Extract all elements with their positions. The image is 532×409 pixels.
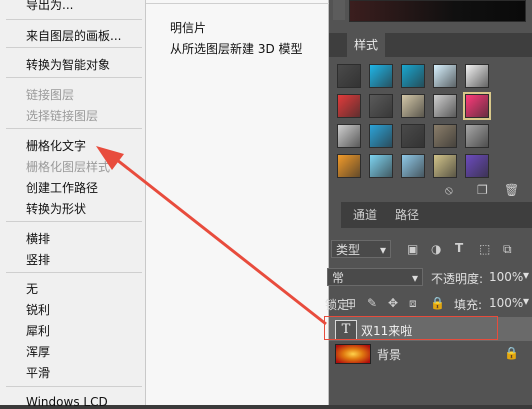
menu-separator: [6, 19, 142, 20]
style-swatch[interactable]: [433, 94, 457, 118]
tab-layers[interactable]: [329, 202, 341, 228]
menu-item-rasterize-type[interactable]: 栅格化文字: [26, 137, 86, 154]
menu-item-horizontal[interactable]: 横排: [26, 230, 50, 247]
style-swatch[interactable]: [433, 124, 457, 148]
highlight-box: [324, 316, 498, 340]
style-swatch[interactable]: [369, 124, 393, 148]
style-swatch[interactable]: [463, 92, 491, 120]
menu-separator: [146, 3, 329, 4]
layer-kind-label: 类型: [336, 243, 361, 257]
lock-artboard-icon[interactable]: ⧈: [409, 296, 417, 311]
menu-separator: [6, 77, 142, 78]
style-swatch[interactable]: [337, 154, 361, 178]
lock-icon: 🔒: [504, 346, 519, 360]
menu-item-antialias-crisp[interactable]: 犀利: [26, 322, 50, 339]
submenu-item-new-3d-model[interactable]: 从所选图层新建 3D 模型: [170, 40, 303, 57]
style-swatch[interactable]: [433, 64, 457, 88]
menu-separator: [6, 47, 142, 48]
menu-item-antialias-smooth[interactable]: 平滑: [26, 364, 50, 381]
gradient-preview: [349, 0, 526, 22]
new-style-icon[interactable]: ❐: [477, 183, 488, 197]
tab-channels[interactable]: 通道: [347, 202, 383, 228]
style-swatch[interactable]: [401, 94, 425, 118]
background-layer-thumbnail: [335, 344, 371, 364]
chevron-down-icon[interactable]: ▾: [523, 294, 529, 308]
gradient-swatch-left: [333, 0, 345, 20]
image-filter-icon[interactable]: ▣: [407, 242, 418, 256]
menu-item-windows-lcd[interactable]: Windows LCD: [26, 395, 108, 409]
fill-label: 填充:: [454, 298, 483, 312]
opacity-value[interactable]: 100%: [489, 270, 523, 284]
style-swatch[interactable]: [433, 154, 457, 178]
adjustment-filter-icon[interactable]: ◑: [431, 242, 441, 256]
styles-footer: ⦸ ❐ 🗑: [329, 180, 532, 200]
shape-filter-icon[interactable]: ⬚: [479, 242, 490, 256]
tab-styles[interactable]: 样式: [347, 33, 385, 57]
layer-row-background[interactable]: 背景 🔒: [329, 341, 532, 365]
menu-item-select-linked-layers: 选择链接图层: [26, 109, 99, 123]
menu-item-antialias-sharp[interactable]: 锐利: [26, 301, 50, 318]
chevron-down-icon: ▾: [379, 243, 386, 257]
lock-image-icon[interactable]: ✎: [367, 296, 377, 310]
style-swatch[interactable]: [465, 124, 489, 148]
style-swatch[interactable]: [337, 64, 361, 88]
smart-object-filter-icon[interactable]: ⧉: [503, 242, 512, 257]
blend-mode-label: 常: [332, 271, 345, 285]
layers-blend-row: 常 ▾ 不透明度: 100% ▾: [327, 266, 532, 288]
menu-item-rasterize-layer-style: 栅格化图层样式: [26, 160, 111, 174]
style-swatch[interactable]: [369, 94, 393, 118]
style-swatch[interactable]: [401, 124, 425, 148]
menu-item-vertical[interactable]: 竖排: [26, 251, 50, 268]
style-swatch[interactable]: [401, 154, 425, 178]
delete-style-icon[interactable]: 🗑: [504, 183, 519, 197]
lock-transparent-icon[interactable]: ⊞: [346, 296, 356, 310]
menu-item-convert-to-shape[interactable]: 转换为形状: [26, 200, 86, 217]
clear-style-icon[interactable]: ⦸: [445, 183, 453, 198]
menu-separator: [6, 386, 142, 387]
menu-separator: [6, 128, 142, 129]
layer-kind-select[interactable]: 类型 ▾: [331, 240, 391, 258]
menu-separator: [6, 272, 142, 273]
context-submenu: 明信片 从所选图层新建 3D 模型: [146, 0, 329, 405]
menu-item-export-as[interactable]: 导出为...: [26, 0, 73, 13]
menu-item-antialias-none[interactable]: 无: [26, 280, 38, 297]
styles-grid: [337, 64, 527, 182]
menu-separator: [6, 221, 142, 222]
style-swatch[interactable]: [401, 64, 425, 88]
style-swatch[interactable]: [369, 64, 393, 88]
menu-item-antialias-strong[interactable]: 浑厚: [26, 343, 50, 360]
layers-filter-row: 类型 ▾ ▣ ◑ T ⬚ ⧉: [329, 238, 532, 260]
menu-item-link-layers: 链接图层: [26, 88, 75, 102]
layer-name: 背景: [377, 348, 402, 362]
tab-paths[interactable]: 路径: [389, 202, 425, 228]
style-swatch[interactable]: [337, 94, 361, 118]
chevron-down-icon[interactable]: ▾: [523, 268, 529, 282]
context-menu: 导出为... 来自图层的画板... 转换为智能对象 链接图层 选择链接图层 栅格…: [0, 0, 146, 409]
blend-mode-select[interactable]: 常 ▾: [327, 268, 423, 286]
style-swatch[interactable]: [465, 64, 489, 88]
chevron-down-icon: ▾: [411, 271, 418, 285]
lock-all-icon[interactable]: 🔒: [430, 296, 445, 310]
menu-item-create-work-path[interactable]: 创建工作路径: [26, 179, 98, 196]
style-swatch[interactable]: [369, 154, 393, 178]
style-swatch[interactable]: [337, 124, 361, 148]
submenu-item-postcard[interactable]: 明信片: [170, 19, 206, 36]
menu-item-artboard-from-layers[interactable]: 来自图层的画板...: [26, 27, 121, 44]
layers-lock-row: 锁定: ⊞ ✎ ✥ ⧈ 🔒 填充: 100% ▾: [325, 293, 532, 315]
fill-value[interactable]: 100%: [489, 296, 523, 310]
menu-item-convert-to-smart-object[interactable]: 转换为智能对象: [26, 56, 110, 73]
opacity-label: 不透明度:: [431, 272, 484, 286]
type-filter-icon[interactable]: T: [455, 241, 463, 255]
lock-position-icon[interactable]: ✥: [388, 296, 398, 310]
style-swatch[interactable]: [465, 154, 489, 178]
photoshop-panels: 样式 ⦸ ❐ 🗑 通道 路径 类型 ▾ ▣ ◑ T ⬚ ⧉ 常 ▾ 不透明度: …: [325, 0, 532, 405]
